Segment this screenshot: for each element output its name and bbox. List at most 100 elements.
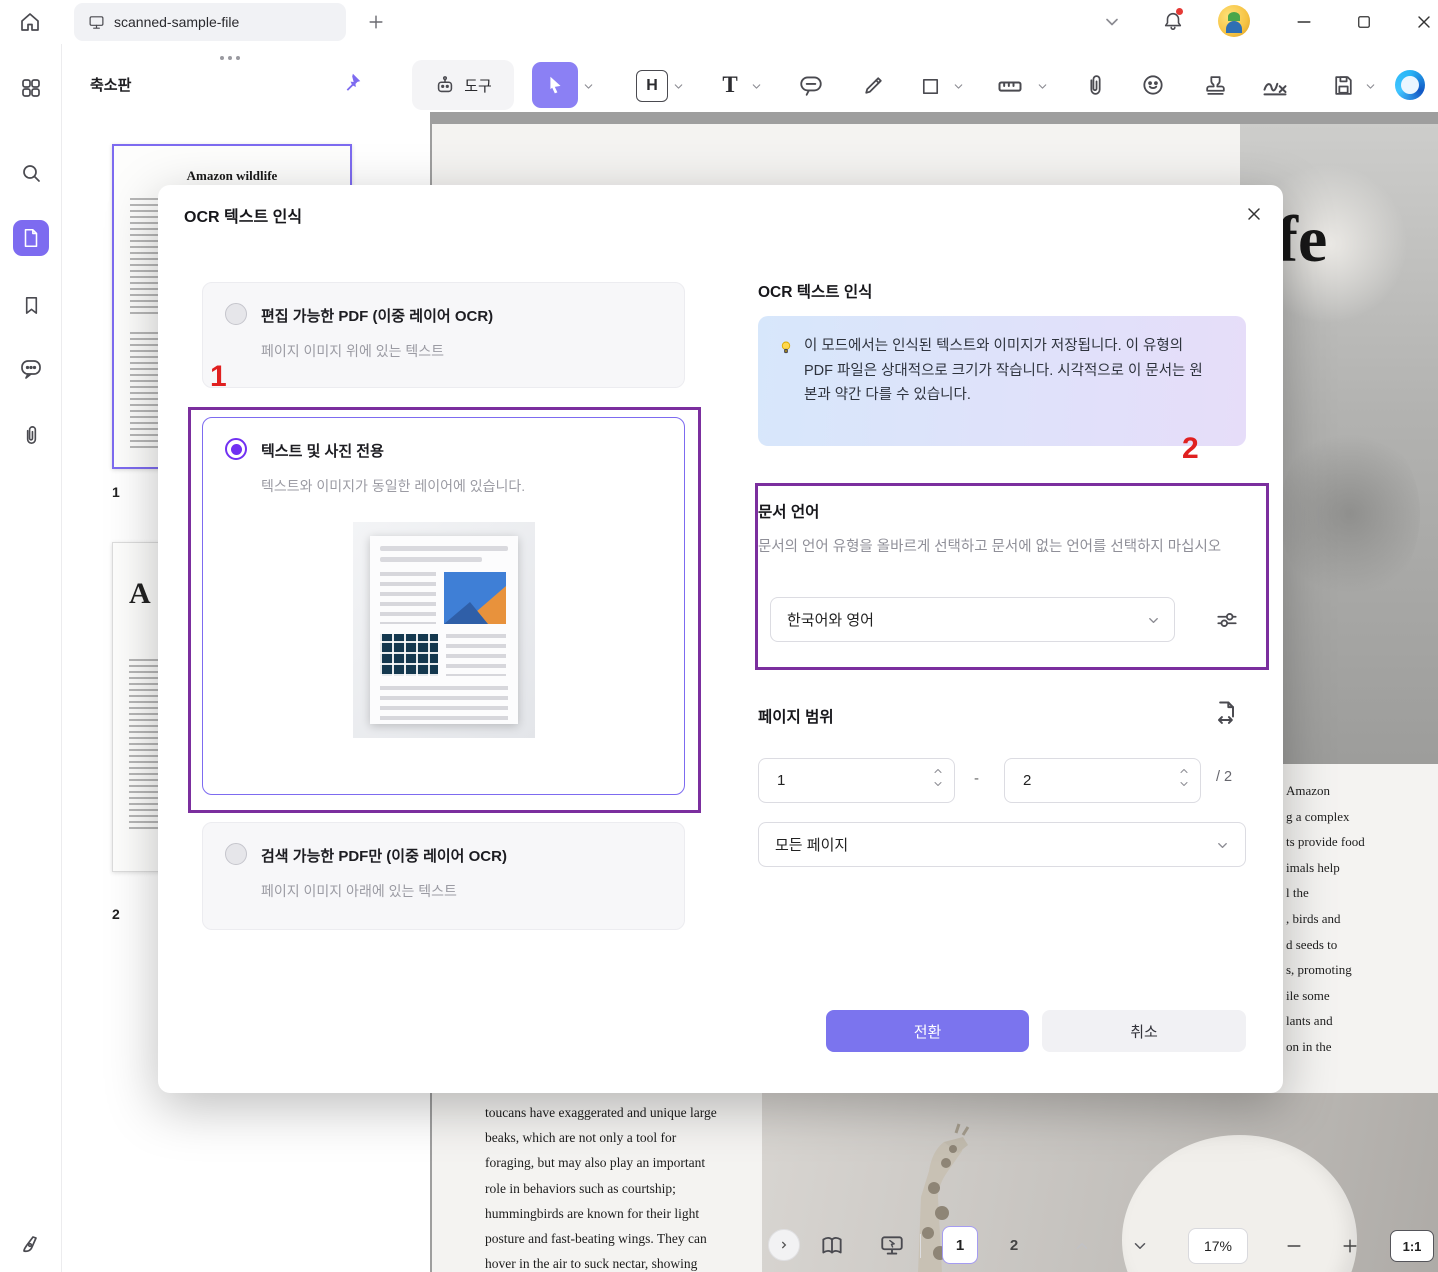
- annotation-box-2: [755, 483, 1269, 670]
- ai-icon: [1401, 76, 1419, 94]
- stepper-down-icon[interactable]: [932, 778, 944, 790]
- chevron-down-icon: [1213, 836, 1231, 854]
- pin-icon[interactable]: [340, 70, 364, 94]
- shape-tool-icon[interactable]: [916, 72, 944, 100]
- dialog-title: OCR 텍스트 인식: [184, 209, 303, 226]
- save-tool-icon[interactable]: [1328, 70, 1358, 100]
- side-line: imals help: [1286, 859, 1340, 875]
- previous-page-chevron-icon[interactable]: [1070, 1234, 1094, 1258]
- ocr-option-searchable-pdf[interactable]: 검색 가능한 PDF만 (이중 레이어 OCR) 페이지 이미지 아래에 있는 …: [202, 822, 685, 930]
- side-line: Amazon: [1286, 783, 1331, 798]
- attach-tool-icon[interactable]: [1080, 70, 1110, 100]
- side-line: lants and: [1286, 1013, 1333, 1029]
- body-line: role in behaviors such as courtship;: [485, 1180, 676, 1196]
- search-icon[interactable]: [17, 159, 45, 187]
- measure-tool-icon[interactable]: [994, 72, 1026, 100]
- next-page-chevron-icon[interactable]: [1128, 1234, 1152, 1258]
- side-line: on in the: [1286, 1038, 1332, 1054]
- notification-dot: [1176, 8, 1183, 15]
- side-line: , birds and: [1286, 910, 1341, 926]
- monitor-icon: [88, 14, 105, 31]
- page-to-input[interactable]: [1021, 759, 1135, 802]
- cancel-button[interactable]: 취소: [1042, 1010, 1246, 1052]
- panel-title: 축소판: [90, 77, 132, 94]
- close-window-button[interactable]: [1412, 10, 1436, 34]
- page-two-button[interactable]: 2: [996, 1226, 1032, 1264]
- text-tool-chevron-icon[interactable]: [748, 76, 764, 96]
- maximize-button[interactable]: [1352, 10, 1376, 34]
- zoom-out-button[interactable]: [1282, 1234, 1306, 1258]
- actual-size-button[interactable]: 1:1: [1390, 1230, 1434, 1262]
- minimize-button[interactable]: [1292, 10, 1316, 34]
- tools-label: 도구: [464, 77, 492, 95]
- page-from-input[interactable]: [775, 759, 889, 802]
- tab-list-chevron-icon[interactable]: [1100, 10, 1124, 34]
- page-range-mode-icon[interactable]: [1210, 697, 1242, 729]
- tools-button[interactable]: 도구: [412, 60, 514, 110]
- new-tab-button[interactable]: [364, 10, 388, 34]
- stepper-down-icon[interactable]: [1178, 778, 1190, 790]
- option-desc: 페이지 이미지 위에 있는 텍스트: [261, 343, 444, 359]
- text-tool-button[interactable]: T: [714, 68, 746, 102]
- radio-searchable-pdf[interactable]: [225, 843, 247, 865]
- page-range-mode-select[interactable]: 모든 페이지: [758, 822, 1246, 867]
- document-tab[interactable]: scanned-sample-file: [74, 3, 346, 41]
- pen-tool-icon[interactable]: [858, 70, 888, 100]
- stepper-up-icon[interactable]: [932, 765, 944, 777]
- option-desc: 페이지 이미지 아래에 있는 텍스트: [261, 883, 457, 899]
- lightbulb-icon: [776, 338, 796, 358]
- avatar[interactable]: [1218, 5, 1250, 37]
- sidebar-item-thumbnails[interactable]: [13, 220, 49, 256]
- heading-tool-chevron-icon[interactable]: [670, 76, 686, 96]
- side-line: ile some: [1286, 987, 1330, 1003]
- expand-panel-button[interactable]: [768, 1229, 800, 1261]
- notifications-bell-icon[interactable]: [1160, 8, 1186, 34]
- text-glyph: T: [722, 72, 738, 97]
- page-total-label: / 2: [1216, 769, 1233, 785]
- home-icon[interactable]: [16, 8, 44, 36]
- body-line: toucans have exaggerated and unique larg…: [485, 1105, 717, 1120]
- reading-mode-icon[interactable]: [818, 1232, 846, 1260]
- sticker-tool-icon[interactable]: [1138, 70, 1168, 100]
- attachments-icon[interactable]: [17, 421, 45, 449]
- presentation-mode-icon[interactable]: [878, 1232, 906, 1260]
- stepper-up-icon[interactable]: [1178, 765, 1190, 777]
- measure-tool-chevron-icon[interactable]: [1034, 76, 1050, 96]
- save-tool-chevron-icon[interactable]: [1362, 76, 1378, 96]
- select-tool-button[interactable]: [532, 62, 578, 108]
- shape-tool-chevron-icon[interactable]: [950, 76, 966, 96]
- current-page-box[interactable]: 1: [942, 1226, 978, 1264]
- masthead-fragment: fe: [1276, 203, 1328, 276]
- apps-grid-icon[interactable]: [17, 74, 45, 102]
- signature-tool-icon[interactable]: [1258, 70, 1292, 100]
- body-line: beaks, which are not only a tool for: [485, 1130, 677, 1146]
- ai-assistant-button[interactable]: [1395, 70, 1425, 100]
- option-label: 검색 가능한 PDF만 (이중 레이어 OCR): [261, 848, 507, 865]
- page-range-mode-value: 모든 페이지: [775, 837, 849, 854]
- range-dash: -: [974, 770, 979, 787]
- page-to-field[interactable]: [1004, 758, 1201, 803]
- page-range-title: 페이지 범위: [758, 709, 834, 726]
- ocr-info-text: 이 모드에서는 인식된 텍스트와 이미지가 저장됩니다. 이 유형의 PDF 파…: [804, 338, 1203, 403]
- thumb1-title: Amazon wildlife: [186, 168, 278, 183]
- option-label: 편집 가능한 PDF (이중 레이어 OCR): [261, 308, 494, 325]
- zoom-level-box[interactable]: 17%: [1188, 1228, 1248, 1264]
- panel-resize-handle[interactable]: [220, 56, 240, 60]
- bookmarks-icon[interactable]: [17, 291, 45, 319]
- convert-button[interactable]: 전환: [826, 1010, 1029, 1052]
- dialog-close-icon[interactable]: [1241, 201, 1267, 227]
- draw-pen-icon[interactable]: [17, 1230, 45, 1258]
- ocr-option-editable-pdf[interactable]: 편집 가능한 PDF (이중 레이어 OCR) 페이지 이미지 위에 있는 텍스…: [202, 282, 685, 388]
- comment-tool-icon[interactable]: [796, 70, 826, 100]
- comments-icon[interactable]: [17, 355, 45, 383]
- tab-title: scanned-sample-file: [114, 14, 240, 30]
- stamp-tool-icon[interactable]: [1200, 70, 1230, 100]
- select-tool-chevron-icon[interactable]: [580, 76, 596, 96]
- side-line: d seeds to: [1286, 936, 1338, 952]
- page-from-field[interactable]: [758, 758, 955, 803]
- heading-glyph: H: [646, 77, 658, 94]
- heading-tool-button[interactable]: H: [636, 70, 668, 102]
- zoom-in-button[interactable]: [1338, 1234, 1362, 1258]
- page-bottom-text: toucans have exaggerated and unique larg…: [485, 1100, 785, 1272]
- radio-editable-pdf[interactable]: [225, 303, 247, 325]
